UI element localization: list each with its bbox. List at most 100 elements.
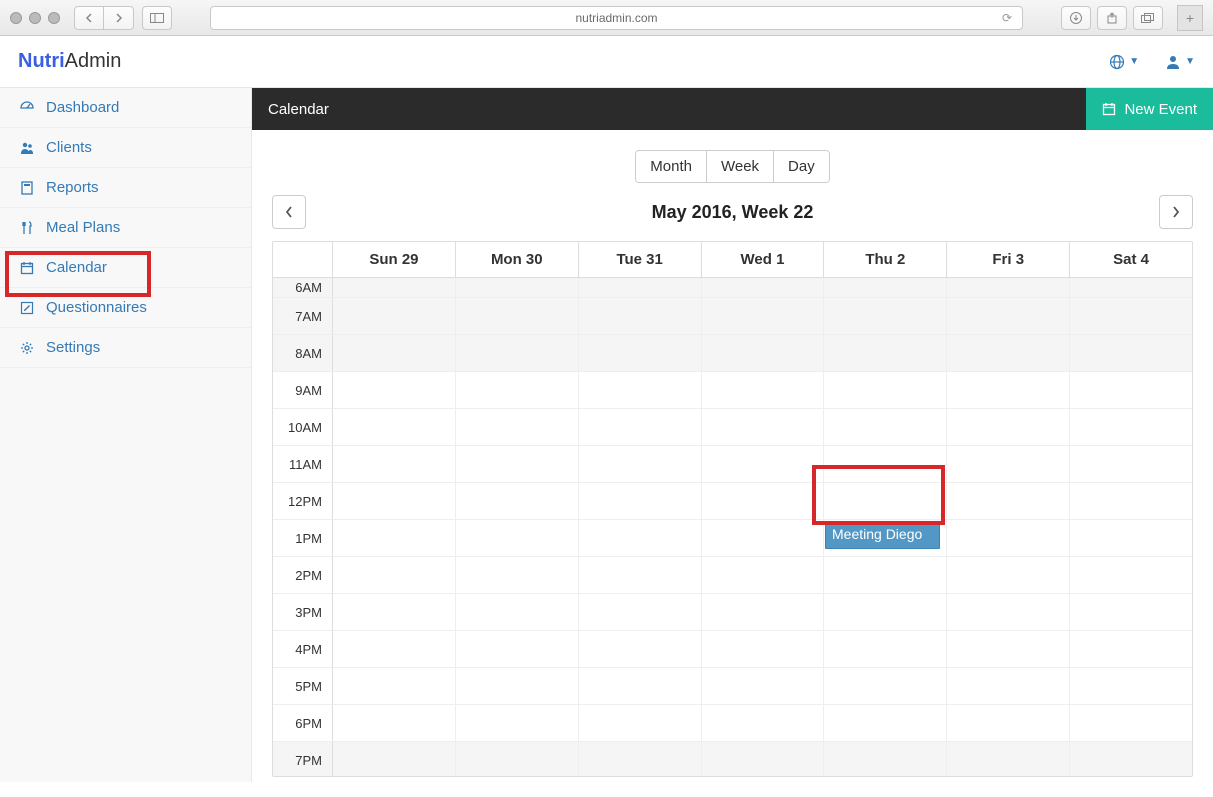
prev-week-button[interactable]	[272, 195, 306, 229]
time-row[interactable]: 7AM	[273, 298, 1192, 335]
time-row[interactable]: 1PM	[273, 520, 1192, 557]
calendar-table: Sun 29 Mon 30 Tue 31 Wed 1 Thu 2 Fri 3 S…	[272, 241, 1193, 777]
sidebar-toggle-button[interactable]	[142, 6, 172, 30]
time-row[interactable]: 2PM	[273, 557, 1192, 594]
page-title: Calendar	[268, 101, 329, 118]
forward-button[interactable]	[104, 6, 134, 30]
clients-icon	[18, 141, 36, 155]
hour-label: 11AM	[273, 446, 333, 482]
sidebar-item-meal-plans[interactable]: Meal Plans	[0, 208, 251, 248]
day-header: Sun 29	[333, 242, 456, 277]
view-month[interactable]: Month	[636, 151, 706, 182]
new-tab-button[interactable]: +	[1177, 5, 1203, 31]
main-content: Calendar New Event Month Week Day May 20…	[252, 88, 1213, 782]
view-toggle: Month Week Day	[272, 150, 1193, 183]
globe-icon	[1109, 54, 1125, 70]
chevron-right-icon	[1172, 206, 1180, 218]
caret-down-icon: ▼	[1185, 56, 1195, 67]
time-row[interactable]: 12PM	[273, 483, 1192, 520]
time-row[interactable]: 3PM	[273, 594, 1192, 631]
user-icon	[1165, 54, 1181, 70]
day-header: Sat 4	[1070, 242, 1192, 277]
sidebar: Dashboard Clients Reports Meal Plans Cal…	[0, 88, 252, 782]
url-bar[interactable]: nutriadmin.com ⟳	[210, 6, 1023, 30]
page-bar: Calendar New Event	[252, 88, 1213, 130]
close-window[interactable]	[10, 12, 22, 24]
time-row[interactable]: 10AM	[273, 409, 1192, 446]
downloads-button[interactable]	[1061, 6, 1091, 30]
view-day[interactable]: Day	[773, 151, 829, 182]
sidebar-item-clients[interactable]: Clients	[0, 128, 251, 168]
download-icon	[1070, 12, 1082, 24]
user-menu[interactable]: ▼	[1165, 54, 1195, 70]
logo-part2: Admin	[65, 50, 122, 72]
calendar-event[interactable]: Meeting Diego	[825, 521, 940, 549]
time-row[interactable]: 7PM	[273, 742, 1192, 776]
day-header: Thu 2	[824, 242, 947, 277]
hour-label: 6AM	[273, 278, 333, 297]
time-row[interactable]: 5PM	[273, 668, 1192, 705]
minimize-window[interactable]	[29, 12, 41, 24]
sidebar-item-reports[interactable]: Reports	[0, 168, 251, 208]
hour-label: 2PM	[273, 557, 333, 593]
back-button[interactable]	[74, 6, 104, 30]
hour-label: 3PM	[273, 594, 333, 630]
tabs-icon	[1141, 13, 1155, 23]
tabs-button[interactable]	[1133, 6, 1163, 30]
app-body: Dashboard Clients Reports Meal Plans Cal…	[0, 88, 1213, 782]
cutlery-icon	[18, 221, 36, 235]
edit-icon	[18, 301, 36, 315]
nav-label: Meal Plans	[46, 219, 120, 236]
hour-label: 5PM	[273, 668, 333, 704]
view-week[interactable]: Week	[706, 151, 773, 182]
nav-label: Reports	[46, 179, 99, 196]
next-week-button[interactable]	[1159, 195, 1193, 229]
globe-menu[interactable]: ▼	[1109, 54, 1139, 70]
calendar-header-row: Sun 29 Mon 30 Tue 31 Wed 1 Thu 2 Fri 3 S…	[273, 242, 1192, 278]
time-row[interactable]: 9AM	[273, 372, 1192, 409]
time-row[interactable]: 8AM	[273, 335, 1192, 372]
window-controls	[10, 12, 60, 24]
header-right: ▼ ▼	[1109, 54, 1195, 70]
maximize-window[interactable]	[48, 12, 60, 24]
time-row[interactable]: 6PM	[273, 705, 1192, 742]
hour-label: 9AM	[273, 372, 333, 408]
hour-label: 7AM	[273, 298, 333, 334]
new-event-button[interactable]: New Event	[1086, 88, 1213, 130]
day-header: Wed 1	[702, 242, 825, 277]
day-header: Mon 30	[456, 242, 579, 277]
panel-icon	[150, 13, 164, 23]
reload-icon[interactable]: ⟳	[1002, 11, 1012, 25]
time-row[interactable]: 4PM	[273, 631, 1192, 668]
url-text: nutriadmin.com	[575, 11, 657, 25]
sidebar-item-settings[interactable]: Settings	[0, 328, 251, 368]
nav-label: Settings	[46, 339, 100, 356]
chevron-right-icon	[115, 13, 123, 23]
new-event-label: New Event	[1124, 101, 1197, 118]
calendar-head: May 2016, Week 22	[272, 195, 1193, 229]
calendar-icon	[1102, 102, 1116, 116]
hour-label: 8AM	[273, 335, 333, 371]
caret-down-icon: ▼	[1129, 56, 1139, 67]
calendar-body[interactable]: 6AM 7AM 8AM 9AM	[273, 278, 1192, 776]
app-header: NutriAdmin ▼ ▼	[0, 36, 1213, 88]
chevron-left-icon	[285, 206, 293, 218]
logo[interactable]: NutriAdmin	[18, 50, 121, 73]
calendar-title: May 2016, Week 22	[652, 202, 814, 223]
nav-label: Dashboard	[46, 99, 119, 116]
sidebar-item-dashboard[interactable]: Dashboard	[0, 88, 251, 128]
hour-label: 7PM	[273, 742, 333, 776]
nav-label: Clients	[46, 139, 92, 156]
day-header: Tue 31	[579, 242, 702, 277]
gear-icon	[18, 341, 36, 355]
time-row[interactable]: 6AM	[273, 278, 1192, 298]
hour-label: 4PM	[273, 631, 333, 667]
share-button[interactable]	[1097, 6, 1127, 30]
chevron-left-icon	[85, 13, 93, 23]
time-row[interactable]: 11AM	[273, 446, 1192, 483]
browser-chrome: nutriadmin.com ⟳ +	[0, 0, 1213, 36]
reports-icon	[18, 181, 36, 195]
hour-label: 12PM	[273, 483, 333, 519]
time-col-header	[273, 242, 333, 277]
logo-part1: Nutri	[18, 50, 65, 72]
